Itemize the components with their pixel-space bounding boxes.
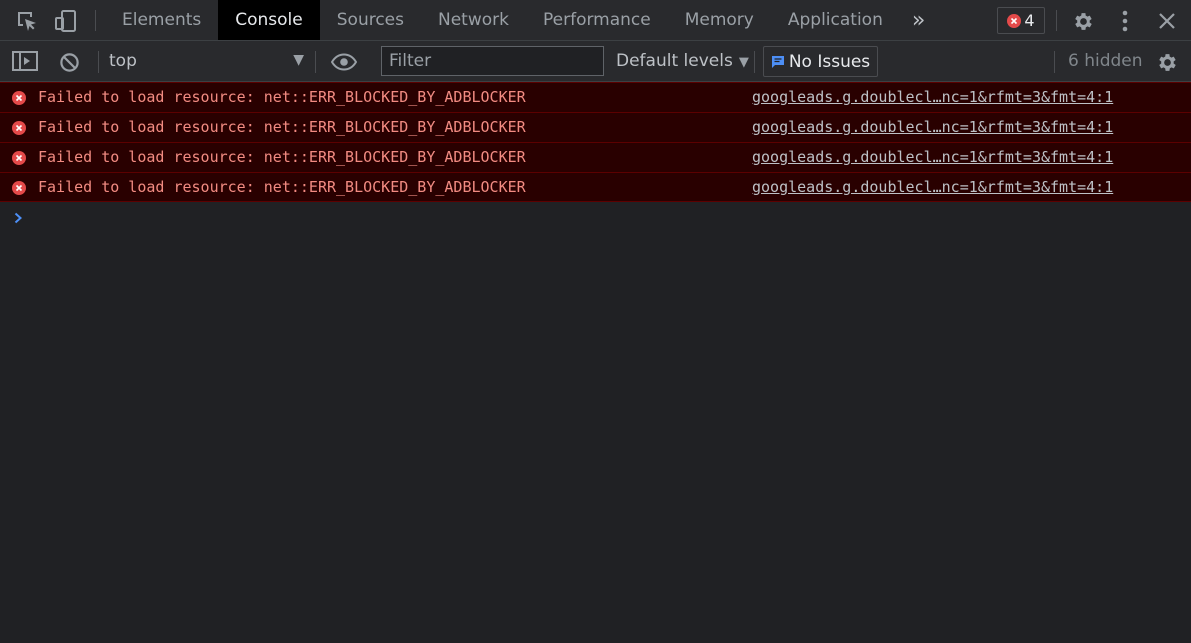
filter-input[interactable] — [381, 46, 604, 76]
dropdown-arrow-icon: ▼ — [738, 55, 749, 70]
error-icon — [12, 181, 26, 195]
toolbar-divider — [754, 51, 755, 73]
error-message-text: Failed to load resource: net::ERR_BLOCKE… — [38, 118, 526, 136]
error-icon — [12, 121, 26, 135]
tab-console[interactable]: Console — [218, 0, 320, 40]
console-toolbar: top ▼ Default levels ▼ No Issues 6 hidden — [0, 41, 1191, 82]
panel-tabs: Elements Console Sources Network Perform… — [105, 0, 937, 40]
toolbar-divider — [98, 51, 99, 73]
error-message-text: Failed to load resource: net::ERR_BLOCKE… — [38, 88, 526, 106]
settings-gear-icon[interactable] — [1070, 8, 1096, 34]
inspect-element-icon[interactable] — [15, 9, 39, 33]
console-error-message: Failed to load resource: net::ERR_BLOCKE… — [0, 82, 1191, 112]
clear-console-icon[interactable] — [57, 50, 81, 74]
tabbar-divider — [1056, 10, 1057, 31]
log-levels-dropdown[interactable]: Default levels ▼ — [616, 51, 749, 71]
more-tabs-button[interactable]: » — [900, 0, 937, 40]
log-levels-label: Default levels — [616, 51, 733, 71]
dropdown-arrow-icon: ▼ — [293, 52, 304, 68]
error-source-link[interactable]: googleads.g.doublecl…nc=1&rfmt=3&fmt=4:1 — [752, 88, 1113, 106]
devtools-tabbar: Elements Console Sources Network Perform… — [0, 0, 1191, 41]
console-error-message: Failed to load resource: net::ERR_BLOCKE… — [0, 172, 1191, 202]
tab-elements[interactable]: Elements — [105, 0, 218, 40]
error-icon — [12, 151, 26, 165]
error-icon — [12, 91, 26, 105]
error-count: 4 — [1024, 11, 1035, 30]
toolbar-divider — [315, 51, 316, 73]
context-value: top — [109, 51, 137, 71]
error-count-badge[interactable]: 4 — [997, 7, 1045, 34]
tab-memory[interactable]: Memory — [668, 0, 771, 40]
live-expression-eye-icon[interactable] — [330, 50, 358, 74]
context-selector[interactable]: top ▼ — [109, 51, 304, 73]
tab-performance[interactable]: Performance — [526, 0, 668, 40]
console-error-message: Failed to load resource: net::ERR_BLOCKE… — [0, 142, 1191, 172]
device-toolbar-icon[interactable] — [54, 9, 78, 33]
issues-message-icon — [771, 55, 784, 68]
console-error-message: Failed to load resource: net::ERR_BLOCKE… — [0, 112, 1191, 142]
console-prompt-chevron-icon — [14, 209, 23, 228]
tabbar-divider — [95, 10, 96, 31]
tab-application[interactable]: Application — [771, 0, 900, 40]
console-settings-gear-icon[interactable] — [1154, 49, 1180, 75]
error-message-text: Failed to load resource: net::ERR_BLOCKE… — [38, 178, 526, 196]
error-source-link[interactable]: googleads.g.doublecl…nc=1&rfmt=3&fmt=4:1 — [752, 178, 1113, 196]
sidebar-toggle-icon[interactable] — [12, 50, 38, 72]
tab-sources[interactable]: Sources — [320, 0, 421, 40]
error-icon — [1007, 13, 1022, 28]
console-messages: Failed to load resource: net::ERR_BLOCKE… — [0, 82, 1191, 202]
console-input[interactable] — [32, 206, 1172, 228]
more-options-icon[interactable] — [1114, 8, 1136, 34]
tab-network[interactable]: Network — [421, 0, 526, 40]
close-icon[interactable] — [1155, 9, 1179, 33]
issues-button[interactable]: No Issues — [763, 46, 878, 77]
error-source-link[interactable]: googleads.g.doublecl…nc=1&rfmt=3&fmt=4:1 — [752, 148, 1113, 166]
error-message-text: Failed to load resource: net::ERR_BLOCKE… — [38, 148, 526, 166]
error-source-link[interactable]: googleads.g.doublecl…nc=1&rfmt=3&fmt=4:1 — [752, 118, 1113, 136]
issues-label: No Issues — [788, 51, 871, 72]
toolbar-divider — [1054, 51, 1055, 73]
hidden-messages-count: 6 hidden — [1068, 51, 1143, 71]
